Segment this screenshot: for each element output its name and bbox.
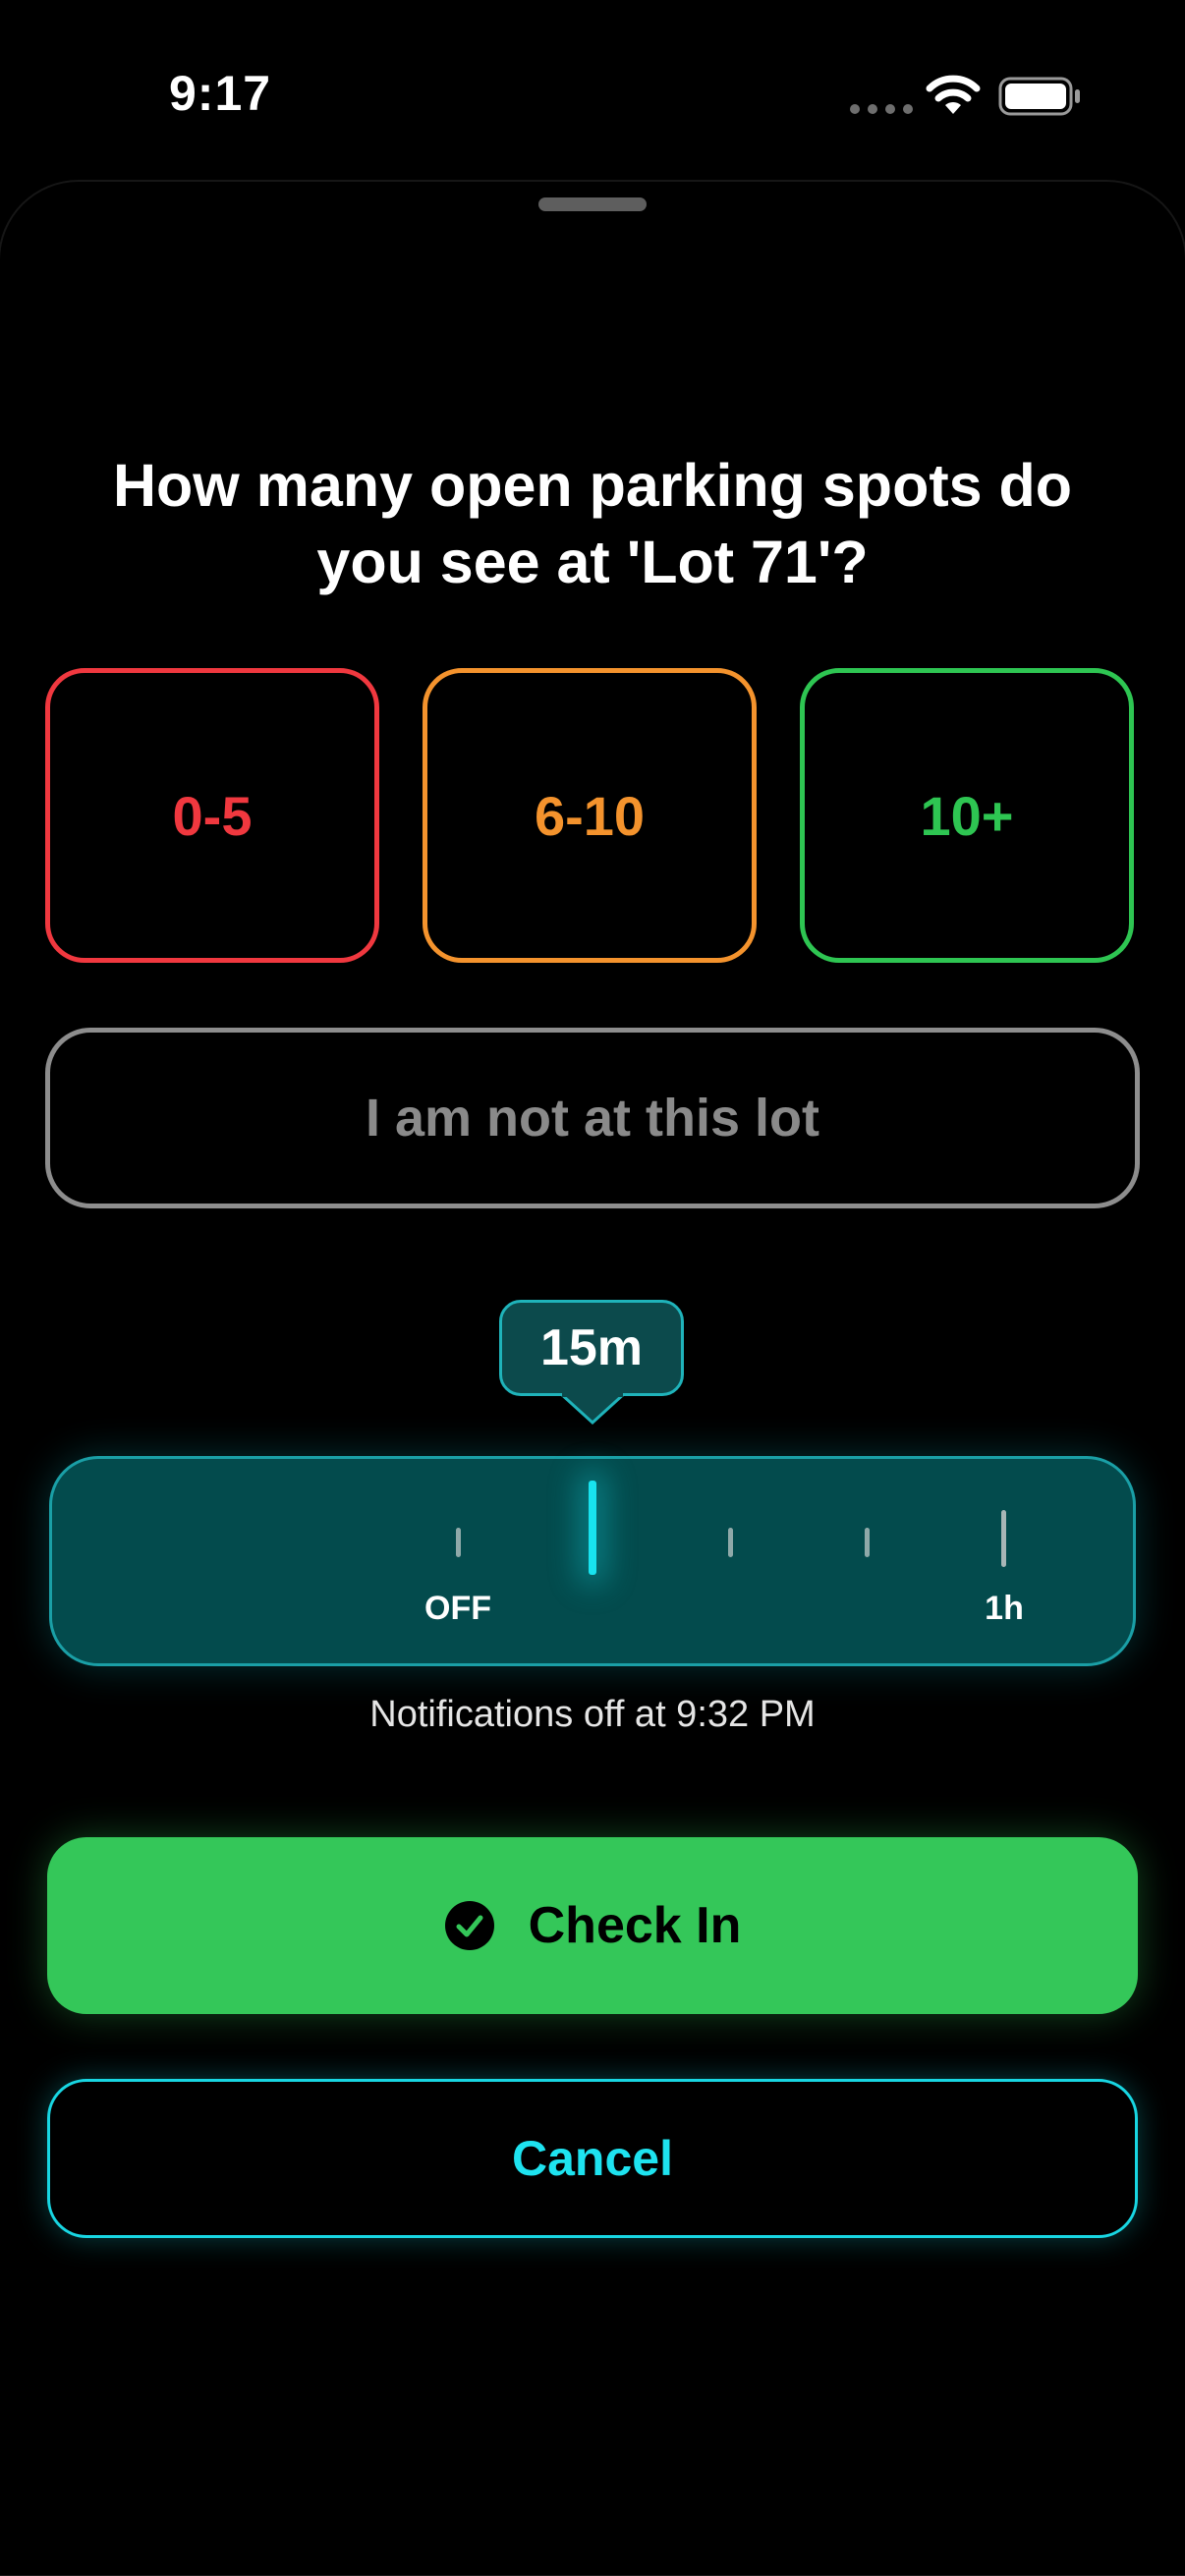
status-time: 9:17 xyxy=(169,66,272,121)
slider-tick xyxy=(865,1528,870,1557)
wifi-icon xyxy=(926,75,981,114)
notifications-off-text: Notifications off at 9:32 PM xyxy=(369,1694,816,1735)
status-bar: 9:17 xyxy=(0,0,1185,177)
option-0-5-button[interactable]: 0-5 xyxy=(45,668,379,963)
cancel-button[interactable]: Cancel xyxy=(47,2079,1138,2238)
tooltip-pointer xyxy=(558,1393,627,1426)
notification-duration-slider[interactable]: OFF 1h xyxy=(49,1456,1136,1666)
cellular-signal-icon xyxy=(850,104,913,114)
check-in-label: Check In xyxy=(528,1897,742,1954)
not-at-lot-button[interactable]: I am not at this lot xyxy=(45,1028,1140,1208)
parking-question-heading: How many open parking spots do you see a… xyxy=(112,452,1073,595)
option-10-plus-button[interactable]: 10+ xyxy=(800,668,1134,963)
checkmark-circle-icon xyxy=(444,1901,494,1950)
check-in-button[interactable]: Check In xyxy=(47,1837,1138,2014)
slider-tick xyxy=(728,1528,733,1557)
option-6-10-button[interactable]: 6-10 xyxy=(423,668,757,963)
slider-label-1h: 1h xyxy=(985,1590,1024,1627)
battery-icon xyxy=(998,77,1080,116)
sheet-grabber-handle[interactable] xyxy=(538,197,647,211)
slider-tick-off xyxy=(456,1528,461,1557)
slider-tick-1h xyxy=(1001,1510,1006,1567)
slider-value-tooltip: 15m xyxy=(499,1300,684,1396)
slider-thumb[interactable] xyxy=(589,1481,596,1575)
slider-label-off: OFF xyxy=(424,1590,491,1627)
